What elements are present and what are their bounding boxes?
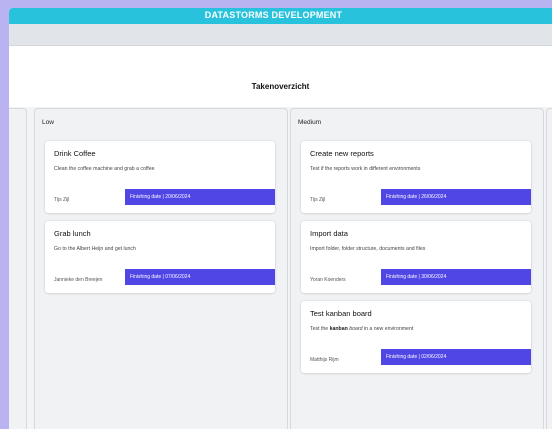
page-title: Takenoverzicht	[251, 82, 310, 91]
column-previous	[9, 108, 27, 429]
description-italic-text: board	[349, 326, 363, 332]
card-description: Go to the Albert Heijn and get lunch	[54, 246, 136, 252]
card-title: Import data	[310, 229, 348, 238]
column-title: Medium	[298, 119, 322, 126]
finishing-date-badge: Finishing date | 26/06/2024	[381, 189, 531, 205]
task-card[interactable]: Import data Import folder, folder struct…	[301, 221, 531, 293]
card-owner: Matthijs Rijm	[310, 357, 339, 363]
finishing-date-badge: Finishing date | 07/06/2024	[125, 269, 275, 285]
description-text: Test the	[310, 326, 330, 332]
task-card[interactable]: Grab lunch Go to the Albert Heijn and ge…	[45, 221, 275, 293]
column-medium: Medium Create new reports Test if the re…	[290, 108, 544, 429]
card-title: Grab lunch	[54, 229, 91, 238]
card-title: Test kanban board	[310, 309, 372, 318]
card-owner: Jannieke den Breejen	[54, 277, 103, 283]
card-description: Test if the reports work in different en…	[310, 166, 421, 172]
toolbar	[9, 24, 552, 46]
app-header: DATASTORMS DEVELOPMENT	[9, 8, 552, 24]
finishing-date-badge: Finishing date | 20/06/2024	[125, 189, 275, 205]
description-text: in a new environment	[362, 326, 414, 332]
card-title: Drink Coffee	[54, 149, 96, 158]
column-low: Low Drink Coffee Clean the coffee machin…	[34, 108, 288, 429]
card-description: Clean the coffee machine and grab a coff…	[54, 166, 155, 172]
description-bold-text: kanban	[329, 326, 348, 332]
kanban-board: Low Drink Coffee Clean the coffee machin…	[9, 107, 552, 429]
column-title: Low	[42, 119, 54, 126]
card-description: Test the kanban board in a new environme…	[310, 326, 413, 332]
task-card[interactable]: Drink Coffee Clean the coffee machine an…	[45, 141, 275, 213]
task-card[interactable]: Test kanban board Test the kanban board …	[301, 301, 531, 373]
column-next	[546, 108, 552, 429]
card-owner: Tijs Zijl	[54, 197, 70, 203]
finishing-date-badge: Finishing date | 02/06/2024	[381, 349, 531, 365]
finishing-date-badge: Finishing date | 30/06/2024	[381, 269, 531, 285]
card-title: Create new reports	[310, 149, 374, 158]
card-owner: Yoran Koenders	[310, 277, 346, 283]
app-window: DATASTORMS DEVELOPMENT Takenoverzicht Lo…	[9, 8, 552, 429]
task-card[interactable]: Create new reports Test if the reports w…	[301, 141, 531, 213]
card-description: Import folder, folder structure, documen…	[310, 246, 426, 252]
card-owner: Tijs Zijl	[310, 197, 326, 203]
